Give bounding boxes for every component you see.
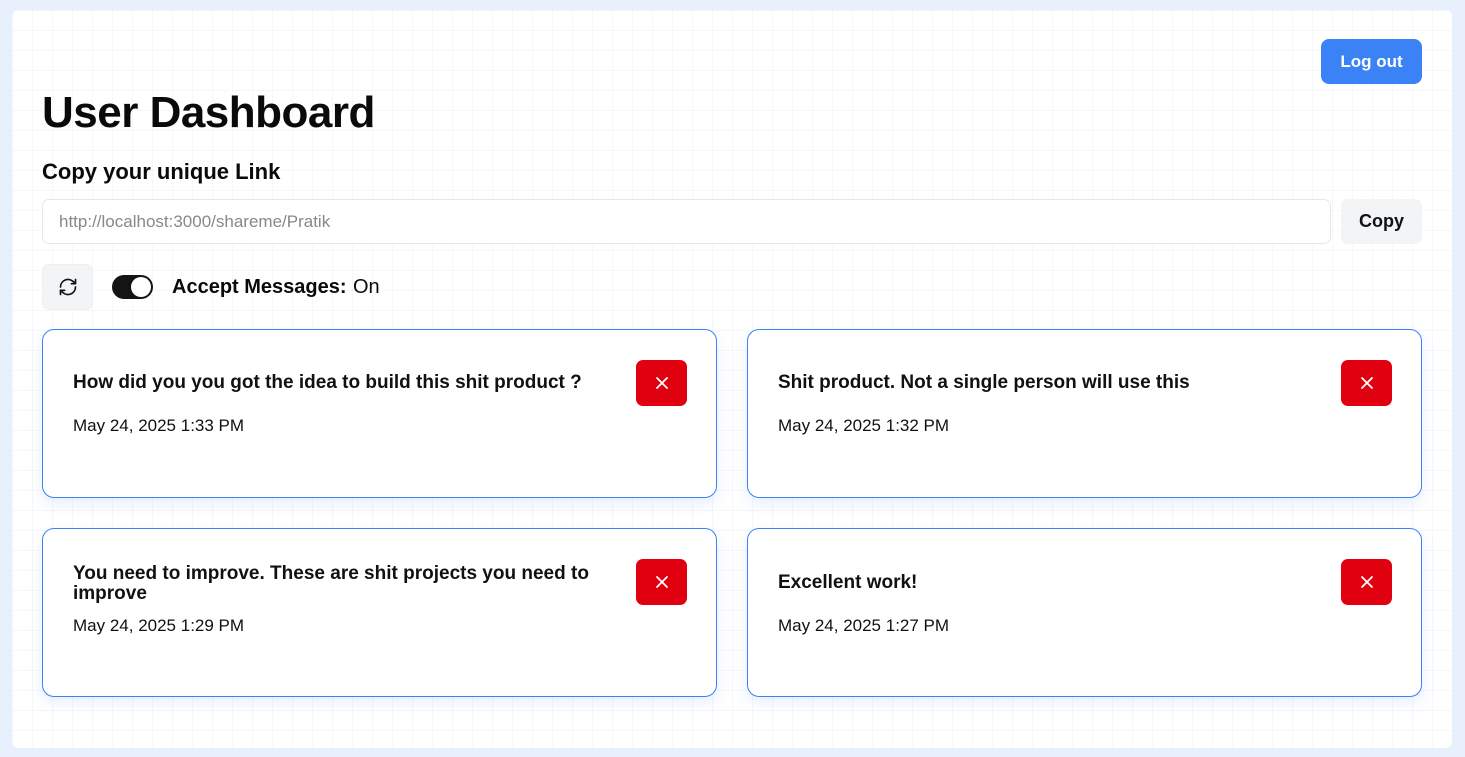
message-card: Excellent work! May 24, 2025 1:27 PM	[747, 528, 1422, 697]
delete-message-button[interactable]	[1341, 559, 1392, 605]
delete-message-button[interactable]	[636, 559, 687, 605]
accept-messages-toggle[interactable]	[112, 275, 153, 299]
logout-button[interactable]: Log out	[1321, 39, 1422, 84]
message-card: Shit product. Not a single person will u…	[747, 329, 1422, 498]
dashboard-panel: Log out User Dashboard Copy your unique …	[12, 10, 1452, 748]
copy-button[interactable]: Copy	[1341, 199, 1422, 244]
message-card: How did you you got the idea to build th…	[42, 329, 717, 498]
close-icon	[1360, 377, 1373, 389]
message-date: May 24, 2025 1:33 PM	[73, 416, 245, 435]
message-date: May 24, 2025 1:29 PM	[73, 616, 245, 635]
delete-message-button[interactable]	[636, 360, 687, 406]
accept-messages-label: Accept Messages:	[172, 276, 347, 298]
message-date: May 24, 2025 1:27 PM	[778, 616, 950, 635]
page-title: User Dashboard	[42, 88, 375, 137]
close-icon	[1360, 576, 1373, 588]
message-card: You need to improve. These are shit proj…	[42, 528, 717, 697]
refresh-icon	[59, 278, 76, 296]
unique-link-input[interactable]: http://localhost:3000/shareme/Pratik	[42, 199, 1331, 244]
refresh-button[interactable]	[42, 264, 93, 310]
link-heading: Copy your unique Link	[42, 159, 281, 184]
message-text: You need to improve. These are shit proj…	[73, 563, 589, 604]
accept-messages-status: On	[353, 276, 380, 298]
toggle-knob	[131, 277, 151, 297]
delete-message-button[interactable]	[1341, 360, 1392, 406]
message-text: How did you you got the idea to build th…	[73, 372, 582, 393]
close-icon	[655, 576, 668, 588]
close-icon	[655, 377, 668, 389]
message-text: Shit product. Not a single person will u…	[778, 372, 1190, 393]
message-text: Excellent work!	[778, 572, 918, 593]
message-date: May 24, 2025 1:32 PM	[778, 416, 950, 435]
unique-link-value: http://localhost:3000/shareme/Pratik	[59, 211, 331, 231]
